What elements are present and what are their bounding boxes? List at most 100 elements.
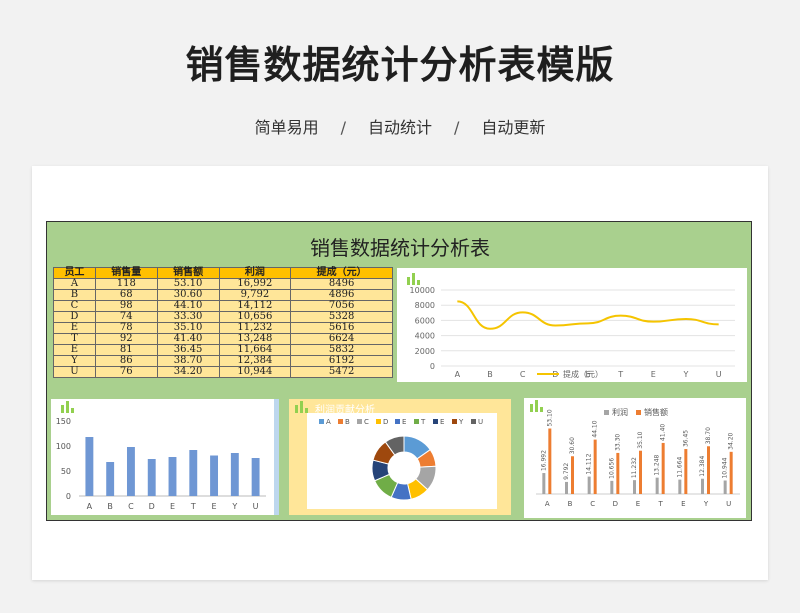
legend-label: A — [326, 418, 331, 426]
cell-quantity: 98 — [94, 300, 158, 312]
data-label: 11.232 — [631, 457, 638, 478]
cell-employee: U — [53, 366, 96, 378]
legend-label: T — [420, 418, 426, 426]
x-tick-label: E — [681, 500, 685, 508]
legend-swatch — [414, 419, 419, 424]
bar — [210, 455, 219, 496]
bar — [230, 453, 239, 496]
table-row: C 98 44.10 14,112 7056 — [53, 300, 393, 312]
data-label: 38.70 — [705, 427, 712, 444]
legend-label: 利润 — [612, 407, 628, 417]
pie-plot-area: ABCDETEYU — [307, 413, 497, 509]
bar — [147, 459, 156, 496]
y-tick-label: 150 — [56, 417, 71, 426]
cell-employee: A — [53, 278, 96, 290]
legend-label: U — [478, 418, 483, 426]
bar — [661, 442, 665, 494]
cell-employee: E — [53, 322, 96, 334]
cell-profit: 11,232 — [218, 322, 292, 334]
bar — [633, 480, 636, 494]
bar — [723, 480, 727, 494]
bar — [571, 456, 574, 494]
y-tick-label: 8000 — [415, 301, 435, 310]
x-tick-label: D — [613, 500, 618, 508]
y-tick-label: 0 — [430, 362, 435, 371]
tag-auto-update: 自动更新 — [481, 118, 546, 137]
bar — [616, 452, 620, 494]
col-header-commission: 提成（元） — [290, 267, 393, 279]
x-tick-label: D — [149, 502, 155, 511]
feature-tags: 简单易用 / 自动统计 / 自动更新 — [0, 114, 800, 138]
y-tick-label: 4000 — [415, 332, 435, 341]
cell-sales: 38.70 — [156, 355, 220, 367]
y-tick-label: 6000 — [415, 316, 435, 325]
chart-icon — [295, 401, 311, 413]
commission-line-chart: 0200040006000800010000ABCDETEYU提成（元） — [397, 268, 747, 382]
cell-sales: 44.10 — [156, 300, 220, 312]
legend-swatch — [319, 419, 324, 424]
cell-employee: E — [53, 344, 96, 356]
legend-swatch — [376, 419, 381, 424]
legend-label: 销售额 — [644, 407, 668, 417]
x-tick-label: T — [190, 502, 196, 511]
data-label: 34.20 — [728, 432, 735, 449]
bar — [593, 439, 597, 494]
cell-profit: 10,656 — [218, 311, 292, 323]
cell-profit: 11,664 — [218, 344, 292, 356]
data-label: 30.60 — [569, 437, 576, 454]
spreadsheet-preview: 销售数据统计分析表 员工 销售量 销售额 利润 提成（元） A 118 53.10 1… — [46, 221, 752, 521]
cell-sales: 33.30 — [156, 311, 220, 323]
data-label: 41.40 — [660, 424, 667, 441]
cell-employee: Y — [53, 355, 96, 367]
bar — [729, 451, 733, 494]
data-label: 9.792 — [563, 463, 570, 480]
bar — [587, 476, 591, 494]
profit-pie-chart: 利润贡献分析 ABCDETEYU — [289, 399, 511, 515]
legend-swatch — [452, 419, 457, 424]
x-tick-label: C — [128, 502, 134, 511]
x-tick-label: A — [545, 500, 550, 508]
table-row: E 81 36.45 11,664 5832 — [53, 344, 393, 356]
cell-sales: 36.45 — [156, 344, 220, 356]
cell-employee: T — [53, 333, 96, 345]
tag-separator: / — [454, 118, 460, 137]
legend-swatch — [395, 419, 400, 424]
legend-label: E — [402, 418, 406, 426]
cell-profit: 12,384 — [218, 355, 292, 367]
y-tick-label: 10000 — [410, 286, 435, 295]
cell-profit: 10,944 — [218, 366, 292, 378]
cell-quantity: 78 — [94, 322, 158, 334]
data-label: 53.10 — [546, 409, 553, 426]
legend-label: B — [345, 418, 350, 426]
quantity-bar-chart: 0 50 100 150 A B C D E T E Y U — [51, 399, 279, 515]
x-tick-label: B — [568, 500, 573, 508]
page-title: 销售数据统计分析表模版 — [185, 43, 615, 87]
col-header-employee: 员工 — [53, 267, 96, 279]
table-row: T 92 41.40 13,248 6624 — [53, 333, 393, 345]
cell-sales: 30.60 — [156, 289, 220, 301]
bar — [684, 449, 688, 494]
cell-profit: 16,992 — [218, 278, 292, 290]
legend-swatch — [471, 419, 476, 424]
legend-swatch — [433, 419, 438, 424]
bar — [548, 428, 552, 494]
x-tick-label: E — [170, 502, 175, 511]
cell-sales: 53.10 — [156, 278, 220, 290]
cell-commission: 5328 — [290, 311, 393, 323]
bar — [168, 457, 177, 496]
cell-employee: B — [53, 289, 96, 301]
cell-commission: 7056 — [290, 300, 393, 312]
bar — [542, 473, 546, 494]
data-label: 16.992 — [540, 450, 547, 471]
tag-auto-stat: 自动统计 — [367, 118, 432, 137]
data-label: 13.248 — [654, 454, 661, 475]
x-tick-label: C — [520, 370, 526, 379]
cell-profit: 14,112 — [218, 300, 292, 312]
y-tick-label: 0 — [66, 492, 71, 501]
cell-sales: 34.20 — [156, 366, 220, 378]
x-tick-label: A — [87, 502, 93, 511]
table-row: B 68 30.60 9,792 4896 — [53, 289, 393, 301]
legend-swatch — [338, 419, 343, 424]
x-tick-label: U — [716, 370, 722, 379]
bar — [565, 481, 568, 494]
